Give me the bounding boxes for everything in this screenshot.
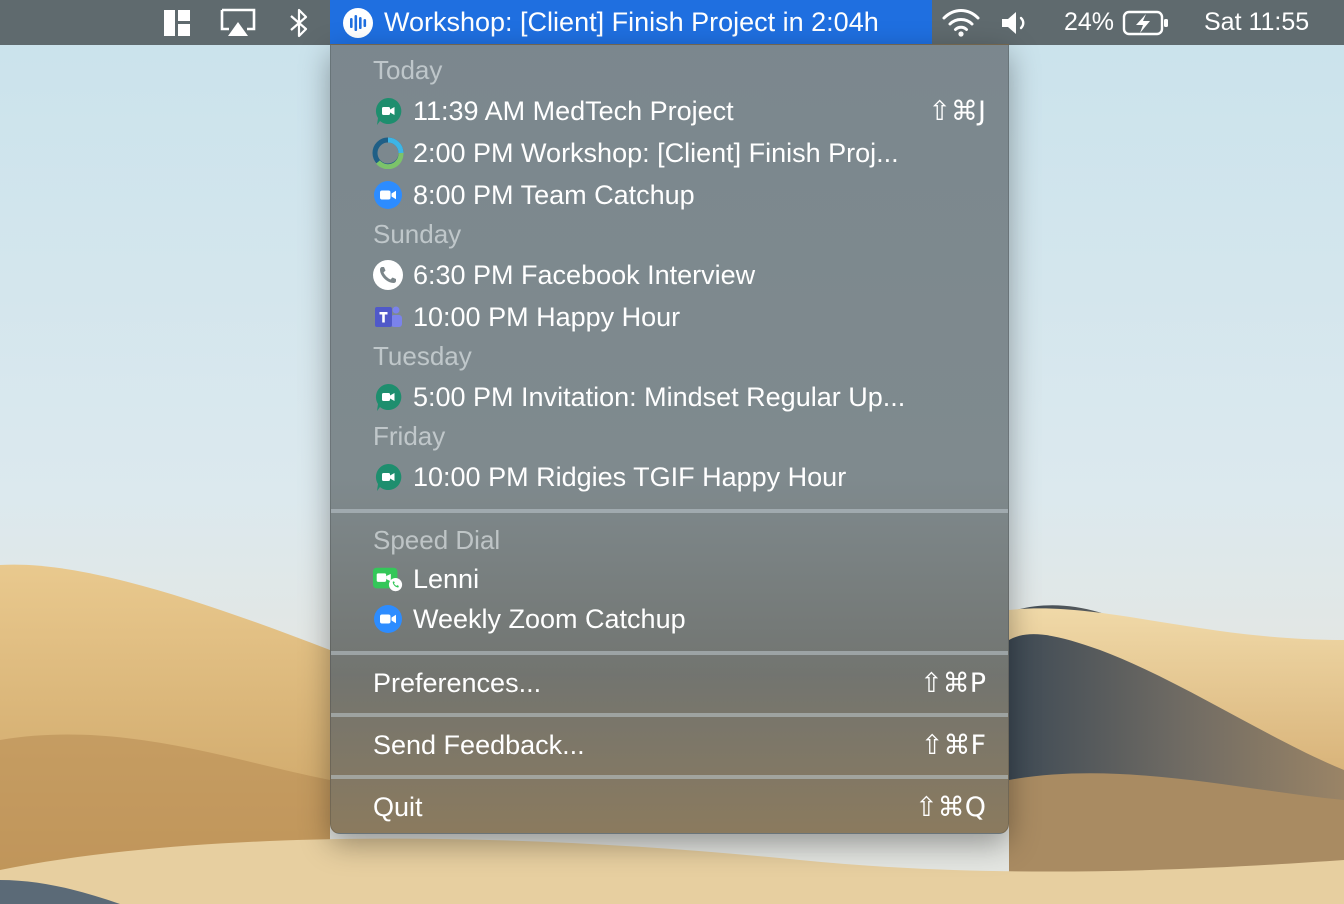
meeting-bar-menu-item[interactable]: Workshop: [Client] Finish Project in 2:0…	[330, 0, 932, 45]
event-item-medtech[interactable]: 11:39 AM MedTech Project ⇧⌘J	[331, 91, 1008, 131]
google-meet-icon	[372, 461, 404, 493]
event-item-facebook-interview[interactable]: 6:30 PM Facebook Interview	[331, 255, 1008, 295]
preferences-shortcut: ⇧⌘P	[920, 667, 986, 699]
event-item-workshop[interactable]: 2:00 PM Workshop: [Client] Finish Proj..…	[331, 133, 1008, 173]
volume-icon[interactable]	[999, 0, 1031, 45]
preferences-menu-item[interactable]: Preferences... ⇧⌘P	[331, 663, 1008, 703]
event-item-ridgies[interactable]: 10:00 PM Ridgies TGIF Happy Hour	[331, 457, 1008, 497]
event-label: 2:00 PM Workshop: [Client] Finish Proj..…	[413, 137, 899, 168]
speed-dial-label: Lenni	[413, 563, 480, 594]
menu-bar-title: Workshop: [Client] Finish Project in 2:0…	[384, 7, 879, 37]
speed-dial-item-lenni[interactable]: Lenni	[331, 559, 1008, 599]
event-item-team-catchup[interactable]: 8:00 PM Team Catchup	[331, 175, 1008, 215]
quit-label: Quit	[373, 791, 423, 822]
menu-bar: Workshop: [Client] Finish Project in 2:0…	[0, 0, 1344, 45]
quit-menu-item[interactable]: Quit ⇧⌘Q	[331, 787, 1008, 827]
event-shortcut: ⇧⌘J	[928, 95, 986, 127]
event-label: 5:00 PM Invitation: Mindset Regular Up..…	[413, 381, 906, 412]
phone-icon	[372, 259, 404, 291]
battery-percent: 24%	[1063, 8, 1115, 36]
send-feedback-menu-item[interactable]: Send Feedback... ⇧⌘F	[331, 725, 1008, 765]
event-item-happy-hour[interactable]: 10:00 PM Happy Hour	[331, 297, 1008, 337]
section-header-friday: Friday	[373, 421, 446, 451]
zoom-icon	[372, 603, 404, 635]
meeting-bar-dropdown: Today 11:39 AM MedTech Project ⇧⌘J 2:00 …	[330, 44, 1009, 834]
google-meet-icon	[372, 95, 404, 127]
google-meet-icon	[372, 381, 404, 413]
section-header-speed-dial: Speed Dial	[373, 525, 501, 555]
section-header-tuesday: Tuesday	[373, 341, 472, 371]
bluetooth-icon[interactable]	[285, 0, 313, 45]
section-header-sunday: Sunday	[373, 219, 462, 249]
facetime-icon	[372, 563, 404, 595]
event-label: 11:39 AM MedTech Project	[413, 95, 734, 126]
progress-ring-icon	[372, 137, 404, 169]
event-label: 10:00 PM Happy Hour	[413, 301, 681, 332]
menu-separator	[331, 775, 1008, 779]
menu-separator	[331, 713, 1008, 717]
speed-dial-item-weekly-zoom[interactable]: Weekly Zoom Catchup	[331, 599, 1008, 639]
event-label: 8:00 PM Team Catchup	[413, 179, 695, 210]
zoom-icon	[372, 179, 404, 211]
airplay-icon[interactable]	[218, 0, 258, 45]
menu-separator	[331, 651, 1008, 655]
window-layout-icon[interactable]	[160, 0, 194, 45]
event-item-mindset[interactable]: 5:00 PM Invitation: Mindset Regular Up..…	[331, 377, 1008, 417]
send-feedback-shortcut: ⇧⌘F	[920, 729, 986, 761]
section-header-today: Today	[373, 55, 443, 85]
teams-icon	[372, 301, 404, 333]
menu-bar-clock[interactable]: Sat 11:55	[1204, 0, 1326, 45]
menu-separator	[331, 509, 1008, 513]
quit-shortcut: ⇧⌘Q	[915, 791, 986, 823]
wifi-icon[interactable]	[940, 0, 982, 45]
event-label: 6:30 PM Facebook Interview	[413, 259, 756, 290]
speed-dial-label: Weekly Zoom Catchup	[413, 603, 686, 634]
preferences-label: Preferences...	[373, 667, 542, 698]
event-label: 10:00 PM Ridgies TGIF Happy Hour	[413, 461, 847, 492]
meeting-bar-icon	[342, 7, 374, 39]
battery-icon[interactable]	[1121, 0, 1171, 45]
send-feedback-label: Send Feedback...	[373, 729, 585, 760]
